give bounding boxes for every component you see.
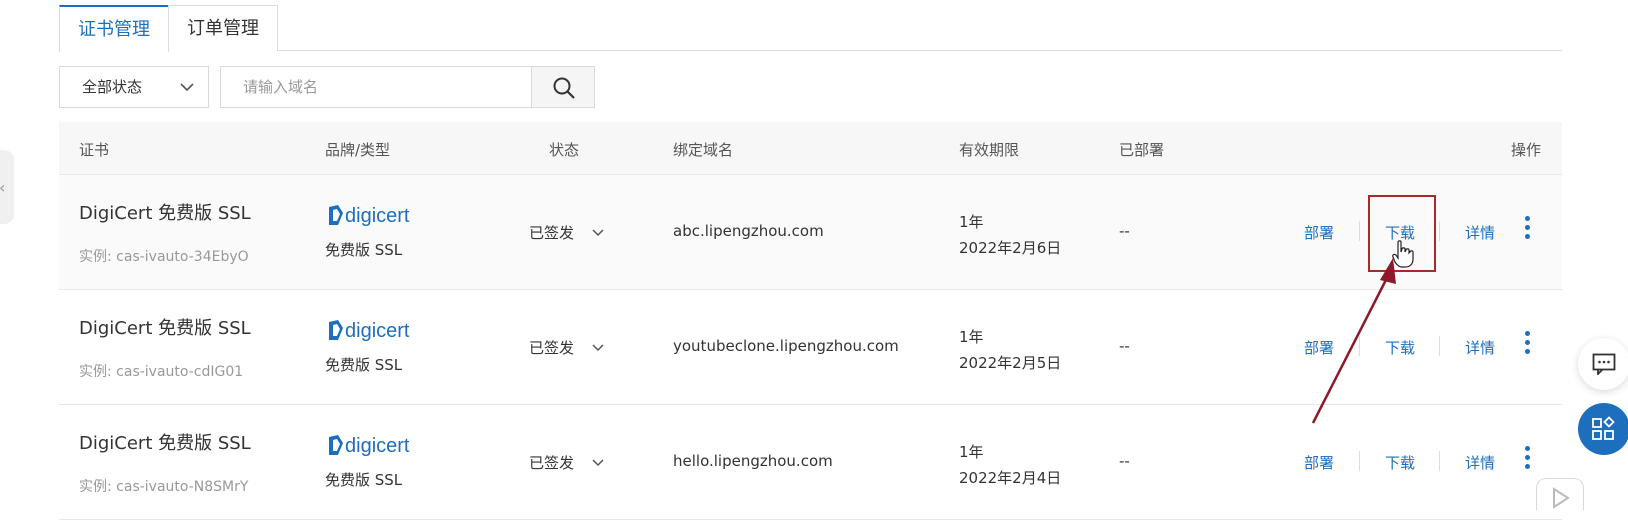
play-icon [1553, 487, 1570, 509]
annotation-arrow [1311, 258, 1396, 424]
chat-button[interactable] [1578, 338, 1628, 390]
collapse-sidebar-tab[interactable]: ‹ [0, 150, 14, 224]
cursor-hand-icon [1392, 240, 1414, 268]
chevron-left-icon: ‹ [0, 178, 5, 197]
chat-icon [1592, 353, 1616, 375]
apps-button[interactable] [1578, 403, 1628, 455]
play-button[interactable] [1536, 478, 1584, 510]
apps-icon [1592, 416, 1615, 440]
